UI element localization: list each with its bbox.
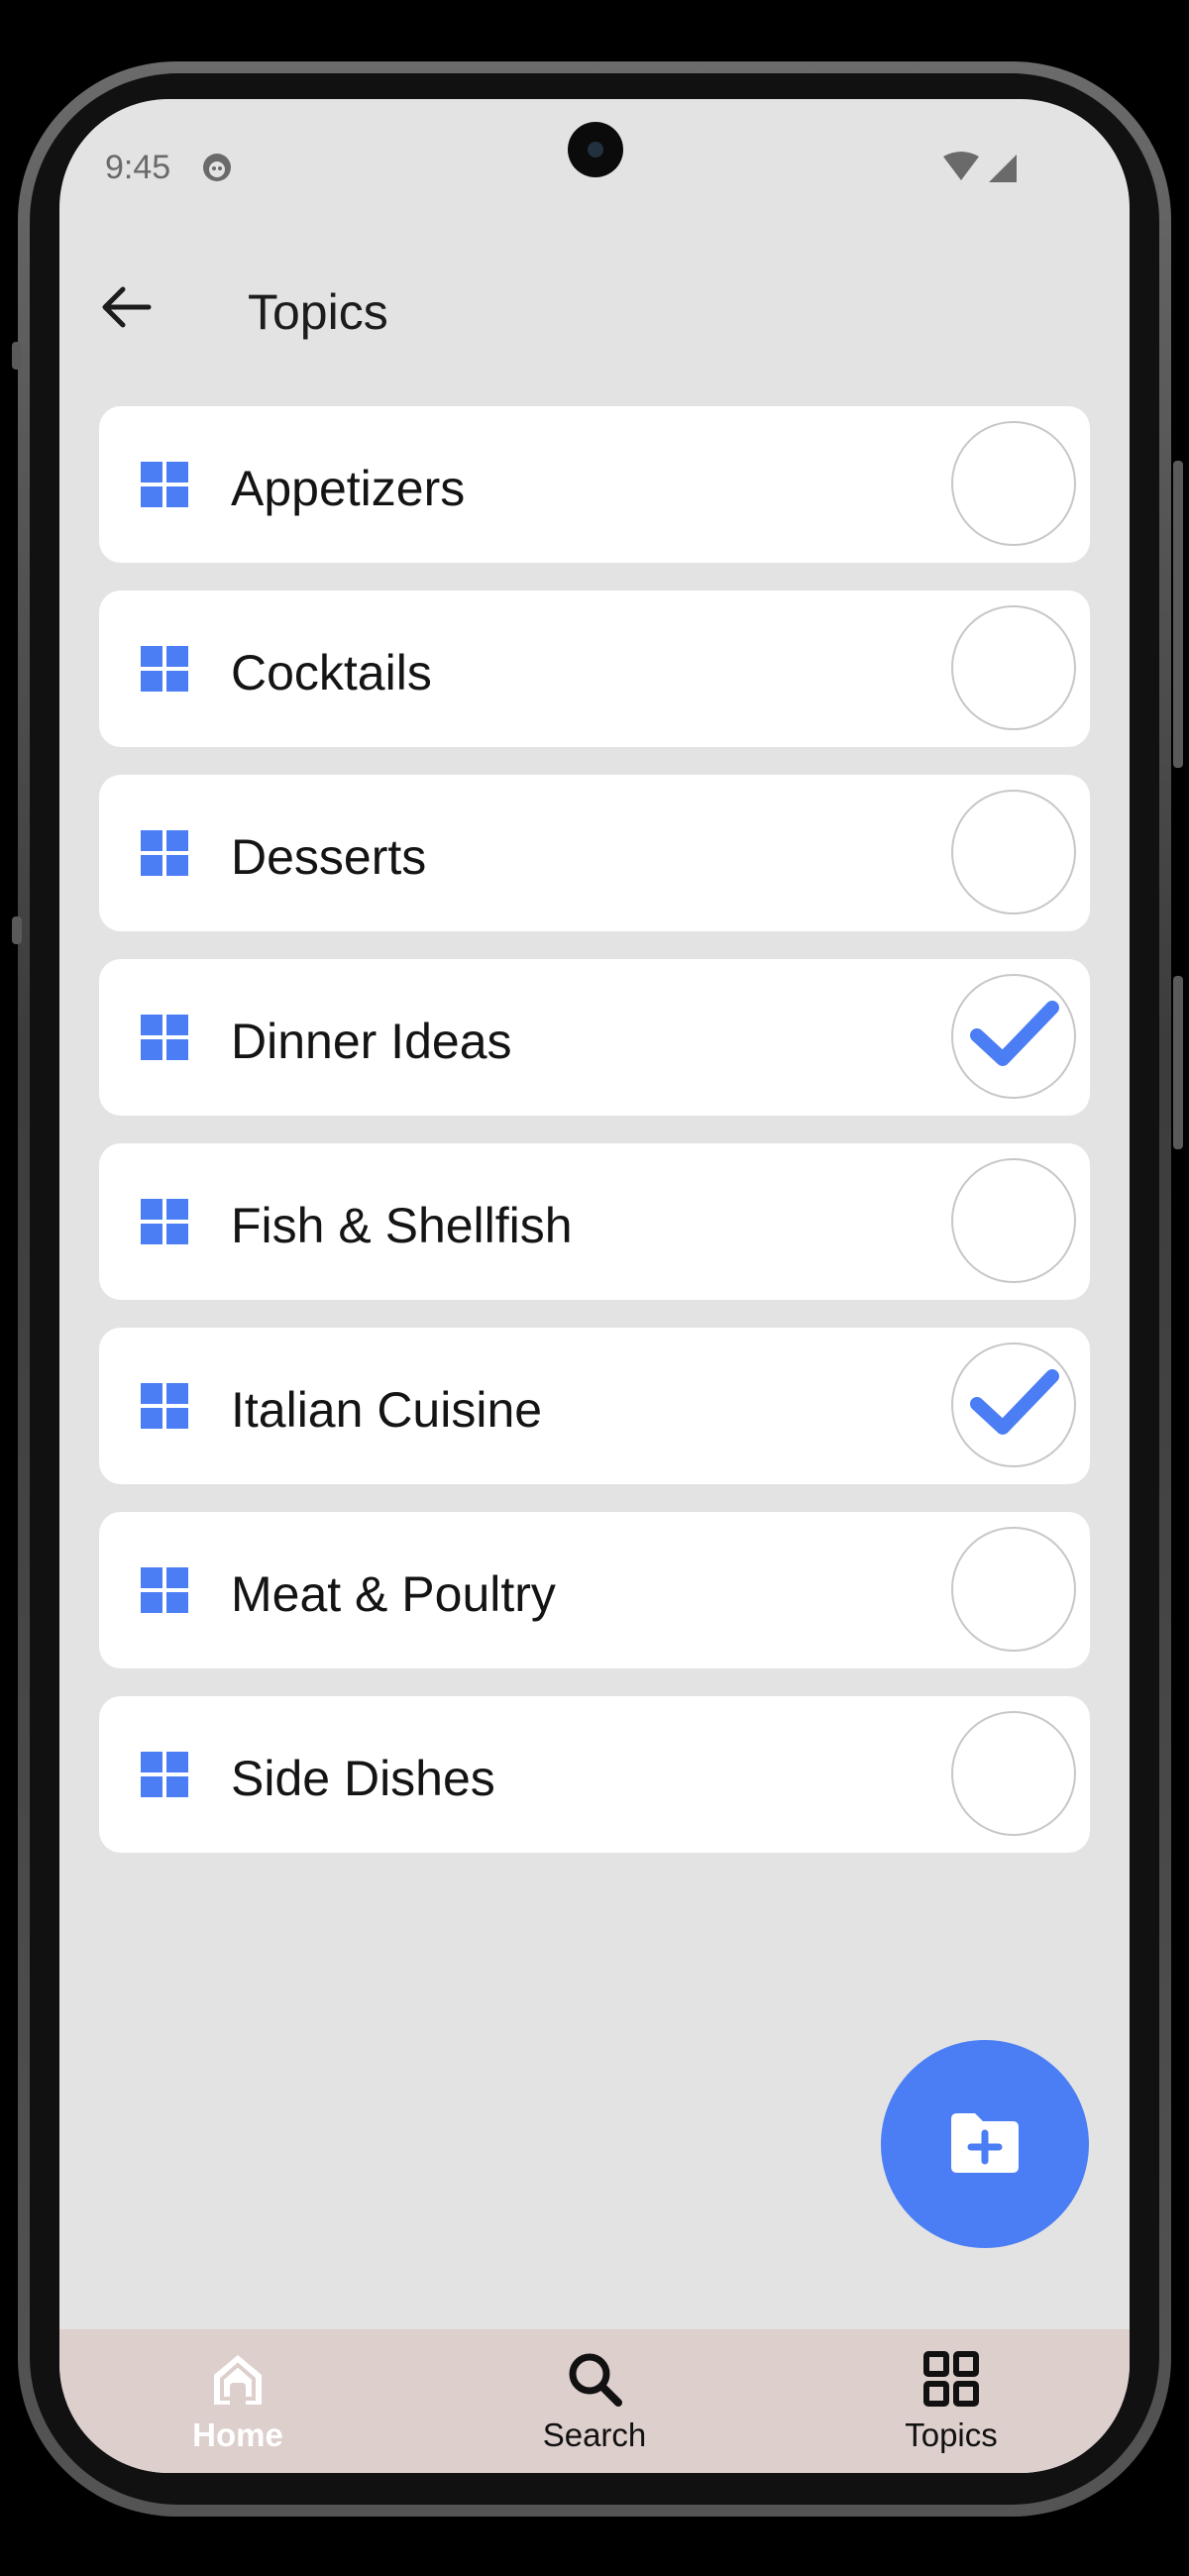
topic-label: Side Dishes	[231, 1751, 495, 1806]
signal-icons	[943, 152, 1017, 182]
cell-signal-icon	[989, 155, 1017, 182]
add-topic-fab[interactable]	[881, 2040, 1089, 2248]
check-icon	[970, 1001, 1059, 1066]
nav-item-topics[interactable]: Topics	[773, 2329, 1130, 2473]
grid-icon	[141, 462, 188, 507]
topic-label: Fish & Shellfish	[231, 1198, 573, 1253]
topic-label: Cocktails	[231, 645, 432, 700]
topic-item-italian-cuisine[interactable]: Italian Cuisine	[99, 1328, 1090, 1484]
topic-item-dinner-ideas[interactable]: Dinner Ideas	[99, 959, 1090, 1116]
grid-icon	[141, 830, 188, 876]
nav-item-home[interactable]: Home	[59, 2329, 416, 2473]
grid-icon	[141, 1567, 188, 1613]
topic-item-appetizers[interactable]: Appetizers	[99, 406, 1090, 563]
grid-outline-icon	[923, 2351, 979, 2407]
status-time: 9:45	[105, 149, 171, 186]
nav-item-search[interactable]: Search	[416, 2329, 773, 2473]
topic-item-desserts[interactable]: Desserts	[99, 775, 1090, 931]
folder-plus-icon	[951, 2113, 1019, 2173]
notification-icon	[203, 154, 231, 181]
back-arrow-icon[interactable]	[95, 275, 159, 339]
grid-icon	[141, 1383, 188, 1429]
left-side-button-lower	[12, 916, 22, 944]
grid-icon	[141, 1199, 188, 1244]
left-side-button	[12, 342, 22, 370]
topic-label: Meat & Poultry	[231, 1566, 556, 1622]
nav-label-topics: Topics	[905, 2416, 998, 2453]
bottom-navigation: Home Search Topics	[59, 2329, 1130, 2473]
topic-item-meat-poultry[interactable]: Meat & Poultry	[99, 1512, 1090, 1668]
status-bar: 9:45	[59, 99, 1130, 228]
nav-label-search: Search	[542, 2416, 647, 2453]
topic-label: Desserts	[231, 829, 427, 885]
follow-toggle-dinner-ideas[interactable]	[951, 974, 1076, 1099]
check-icon	[970, 1369, 1059, 1435]
nav-label-home: Home	[192, 2416, 283, 2453]
topic-item-side-dishes[interactable]: Side Dishes	[99, 1696, 1090, 1853]
search-icon	[569, 2353, 622, 2407]
topic-label: Dinner Ideas	[231, 1014, 512, 1069]
grid-icon	[141, 1752, 188, 1797]
volume-button	[1173, 976, 1183, 1149]
follow-toggle-meat-poultry[interactable]	[951, 1527, 1076, 1652]
topic-label: Appetizers	[231, 461, 466, 516]
wifi-icon	[943, 152, 979, 180]
topic-item-cocktails[interactable]: Cocktails	[99, 590, 1090, 747]
topic-list: Appetizers Cocktails Desserts Dinner Ide…	[99, 406, 1090, 1880]
follow-toggle-cocktails[interactable]	[951, 605, 1076, 730]
topic-item-fish-shellfish[interactable]: Fish & Shellfish	[99, 1143, 1090, 1300]
app-screen: 9:45 Topics Appetizers Cocktails Dessert…	[59, 99, 1130, 2473]
follow-toggle-fish-shellfish[interactable]	[951, 1158, 1076, 1283]
page-title: Topics	[248, 284, 388, 340]
power-button	[1173, 461, 1183, 768]
front-camera	[568, 122, 623, 177]
home-icon	[214, 2355, 262, 2405]
topic-label: Italian Cuisine	[231, 1382, 543, 1438]
follow-toggle-appetizers[interactable]	[951, 421, 1076, 546]
grid-icon	[141, 1015, 188, 1060]
top-app-bar: Topics	[59, 248, 1130, 367]
grid-icon	[141, 646, 188, 692]
follow-toggle-side-dishes[interactable]	[951, 1711, 1076, 1836]
follow-toggle-desserts[interactable]	[951, 790, 1076, 914]
follow-toggle-italian-cuisine[interactable]	[951, 1342, 1076, 1467]
